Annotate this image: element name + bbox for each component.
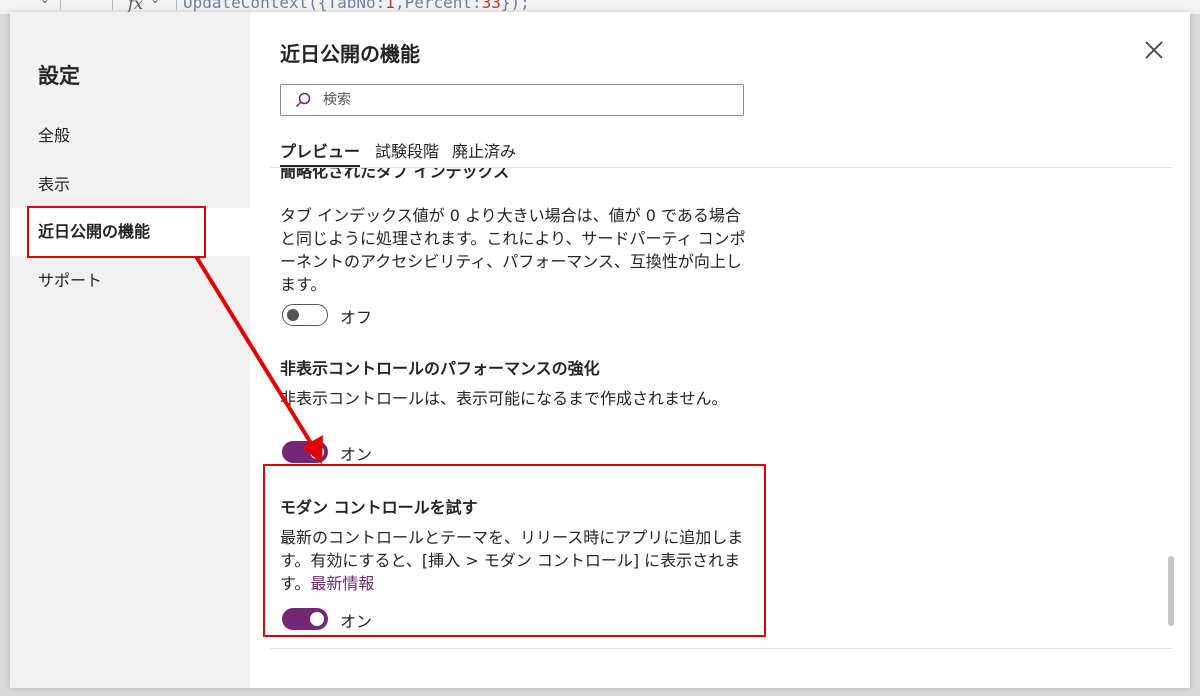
settings-sidebar: 設定 全般 表示 近日公開の機能 サポート — [10, 12, 250, 688]
divider — [176, 0, 177, 10]
sidebar-item-upcoming-features[interactable]: 近日公開の機能 — [10, 208, 250, 256]
tab-retired[interactable]: 廃止済み — [452, 138, 516, 162]
sidebar-title: 設定 — [38, 64, 80, 88]
bottom-divider — [270, 648, 1172, 649]
divider — [112, 0, 113, 10]
sidebar-item-general[interactable]: 全般 — [10, 112, 250, 160]
feature-title: 非表示コントロールのパフォーマンスの強化 — [280, 359, 600, 378]
feature-toggle[interactable] — [282, 608, 328, 630]
scrollbar-thumb[interactable] — [1168, 556, 1174, 626]
sidebar-item-support[interactable]: サポート — [10, 257, 250, 305]
toggle-state-label: オン — [340, 445, 373, 464]
formula-text: UpdateContext({TabNo:1,Percent:33}); — [183, 0, 530, 12]
feature-title: モダン コントロールを試す — [280, 498, 478, 517]
tab-preview[interactable]: プレビュー — [280, 138, 361, 168]
toggle-state-label: オン — [340, 612, 373, 631]
feature-title: 簡略化されたタブ インデックス — [280, 168, 510, 181]
close-button[interactable] — [1142, 38, 1166, 62]
close-icon — [1145, 41, 1163, 59]
chevron-down-icon: ⌄ — [40, 0, 50, 6]
toggle-knob — [310, 612, 324, 626]
toggle-state-label: オフ — [340, 308, 373, 327]
search-icon — [295, 92, 311, 108]
search-field[interactable] — [280, 84, 744, 116]
toggle-knob — [287, 309, 299, 321]
search-input[interactable] — [323, 85, 723, 115]
sidebar-item-display[interactable]: 表示 — [10, 161, 250, 209]
feature-toggle[interactable] — [282, 304, 328, 326]
toggle-knob — [310, 445, 324, 459]
divider — [60, 0, 61, 10]
feature-toggle[interactable] — [282, 441, 328, 463]
chevron-down-icon: ⌄ — [150, 0, 160, 6]
tab-experimental[interactable]: 試験段階 — [375, 138, 439, 162]
feature-description: 非表示コントロールは、表示可能になるまで作成されません。 — [280, 389, 728, 408]
settings-main-panel: 近日公開の機能 プレビュー 試験段階 廃止済み 簡略化されたタブ インデックス … — [250, 12, 1190, 688]
feature-description: タブ インデックス値が 0 より大きい場合は、値が 0 である場合と同じように処… — [280, 206, 746, 294]
settings-dialog: 設定 全般 表示 近日公開の機能 サポート 近日公開の機能 プレビュー 試験段階… — [10, 12, 1190, 688]
page-title: 近日公開の機能 — [280, 42, 420, 66]
feature-description: 最新のコントロールとテーマを、リリース時にアプリに追加します。有効にすると、[挿… — [280, 526, 748, 595]
features-list[interactable]: 簡略化されたタブ インデックス タブ インデックス値が 0 より大きい場合は、値… — [250, 168, 1190, 648]
whats-new-link[interactable]: 最新情報 — [310, 574, 374, 593]
